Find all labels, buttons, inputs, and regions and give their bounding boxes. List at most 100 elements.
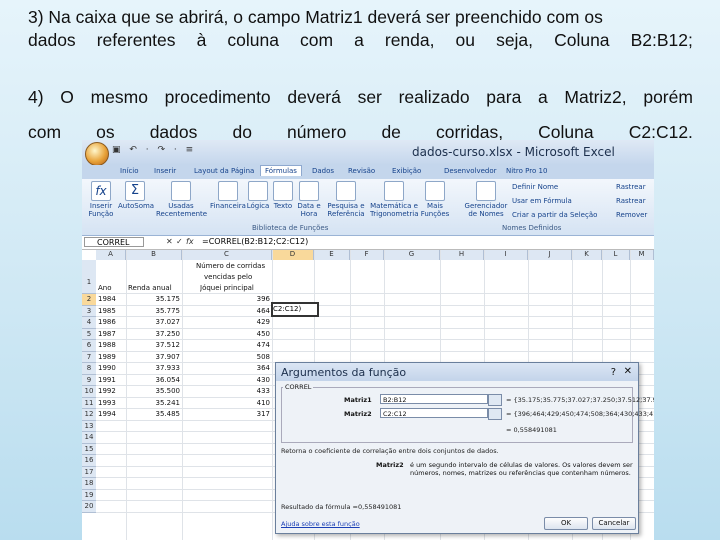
autosum-button[interactable]: Σ AutoSoma (118, 181, 154, 210)
tab-revisao[interactable]: Revisão (344, 166, 379, 176)
word: deverá (287, 87, 341, 107)
column-header[interactable]: K (572, 250, 602, 260)
row-header[interactable]: 16 (82, 455, 96, 467)
name-manager-button[interactable]: Gerenciador de Nomes (464, 181, 508, 218)
arg-help-name: Matriz2 (376, 461, 404, 469)
cell-ano: 1986 (98, 318, 116, 326)
office-button-icon[interactable] (85, 142, 109, 166)
row-header[interactable]: 18 (82, 478, 96, 490)
enter-icon[interactable]: ✓ (176, 237, 183, 246)
row-header[interactable]: 7 (82, 351, 96, 363)
matriz2-input[interactable]: C2:C12 (380, 408, 488, 418)
row-header[interactable]: 8 (82, 363, 96, 375)
quick-access-toolbar[interactable]: ▣ ↶ · ↷ · ≡ (112, 145, 196, 155)
column-header[interactable]: G (384, 250, 440, 260)
column-header[interactable]: E (314, 250, 350, 260)
book-icon (299, 181, 319, 201)
insert-function-button[interactable]: fx Inserir Função (86, 181, 116, 218)
tab-layout[interactable]: Layout da Página (190, 166, 258, 176)
tab-formulas[interactable]: Fórmulas (260, 165, 302, 176)
more-functions-button[interactable]: Mais Funções (420, 181, 450, 218)
column-header[interactable]: M (630, 250, 654, 260)
cell-corridas: 430 (256, 375, 270, 384)
trace-dependents-button[interactable]: Rastrear (616, 197, 646, 205)
row-header[interactable]: 12 (82, 409, 96, 421)
column-header[interactable]: B (126, 250, 182, 260)
cancel-button[interactable]: Cancelar (592, 517, 636, 530)
formula-input[interactable]: =CORREL(B2:B12;C2:C12) (202, 237, 308, 246)
header-corridas-1: Número de corridas (196, 262, 266, 270)
row-header[interactable]: 20 (82, 501, 96, 513)
column-header[interactable]: L (602, 250, 630, 260)
tab-desenvolvedor[interactable]: Desenvolvedor (440, 166, 501, 176)
cell-renda: 37.027 (155, 318, 181, 326)
close-icon[interactable]: ✕ (624, 366, 632, 377)
column-header[interactable]: I (484, 250, 528, 260)
tab-nitro[interactable]: Nitro Pro 10 (502, 166, 551, 176)
help-link[interactable]: Ajuda sobre esta função (281, 520, 360, 528)
row-header[interactable]: 10 (82, 386, 96, 398)
active-cell-editor[interactable]: C2:C12) (271, 302, 319, 317)
cell-corridas: 364 (256, 364, 270, 372)
row-header[interactable]: 14 (82, 432, 96, 444)
tab-dados[interactable]: Dados (308, 166, 338, 176)
word: seja, (496, 30, 534, 50)
recent-functions-button[interactable]: Usadas Recentemente (156, 181, 207, 218)
ok-button[interactable]: OK (544, 517, 588, 530)
cell-corridas: 474 (256, 341, 270, 349)
name-box[interactable]: CORREL (84, 237, 144, 247)
row-header[interactable]: 13 (82, 420, 96, 432)
datetime-button[interactable]: Data e Hora (296, 181, 322, 218)
word: ser (357, 87, 382, 107)
column-header[interactable]: J (528, 250, 572, 260)
tab-inicio[interactable]: Início (116, 166, 143, 176)
cell-renda: 37.933 (155, 364, 181, 372)
row-header[interactable]: 15 (82, 443, 96, 455)
logical-button[interactable]: Lógica (246, 181, 270, 210)
row-header[interactable]: 9 (82, 374, 96, 386)
header-renda: Renda anual (128, 284, 172, 292)
row-header[interactable]: 2 (82, 294, 96, 306)
column-header[interactable]: F (350, 250, 384, 260)
word: com (28, 122, 62, 142)
define-name-button[interactable]: Definir Nome (512, 183, 558, 191)
book-icon (248, 181, 268, 201)
matriz1-input[interactable]: B2:B12 (380, 394, 488, 404)
step3-line1: 3) Na caixa que se abrirá, o campo Matri… (28, 7, 603, 27)
tab-exibicao[interactable]: Exibição (388, 166, 425, 176)
remove-arrows-button[interactable]: Remover (616, 211, 647, 219)
column-header[interactable]: D (272, 250, 314, 260)
row-header[interactable]: 4 (82, 317, 96, 329)
text-button[interactable]: Texto (272, 181, 294, 210)
column-header[interactable]: H (440, 250, 484, 260)
step3-line2: dados referentes à coluna com a renda, ou seja, C… (28, 29, 693, 52)
row-header[interactable]: 11 (82, 397, 96, 409)
cancel-icon[interactable]: ✕ (166, 237, 173, 246)
row-header[interactable]: 17 (82, 466, 96, 478)
word: à (196, 30, 207, 50)
trace-precedents-button[interactable]: Rastrear (616, 183, 646, 191)
row-header[interactable]: 19 (82, 489, 96, 501)
matriz2-label: Matriz2 (344, 410, 372, 418)
matriz2-result: = {396;464;429;450;474;508;364;430;433;4… (506, 410, 654, 418)
collapse-dialog-icon[interactable] (488, 408, 502, 420)
row-header[interactable]: 5 (82, 328, 96, 340)
excel-screenshot: ▣ ↶ · ↷ · ≡ dados-curso.xlsx - Microsoft… (82, 140, 654, 540)
column-header[interactable]: A (96, 250, 126, 260)
financial-button[interactable]: Financeira (210, 181, 246, 210)
cell-renda: 35.485 (155, 410, 181, 418)
create-from-selection-button[interactable]: Criar a partir da Seleção (512, 211, 597, 219)
word: porém (643, 87, 693, 107)
column-header[interactable]: C (182, 250, 272, 260)
collapse-dialog-icon[interactable] (488, 394, 502, 406)
math-button[interactable]: Matemática e Trigonometria (370, 181, 419, 218)
use-in-formula-button[interactable]: Usar em Fórmula (512, 197, 572, 205)
fx-icon[interactable]: fx (186, 237, 194, 246)
help-icon[interactable]: ? (611, 367, 616, 378)
row-header[interactable]: 3 (82, 305, 96, 317)
row-header[interactable]: 6 (82, 340, 96, 352)
tab-inserir[interactable]: Inserir (150, 166, 180, 176)
row-header[interactable]: 1 (82, 260, 96, 294)
lookup-button[interactable]: Pesquisa e Referência (324, 181, 368, 218)
formula-result-label: Resultado da fórmula = (281, 503, 358, 511)
